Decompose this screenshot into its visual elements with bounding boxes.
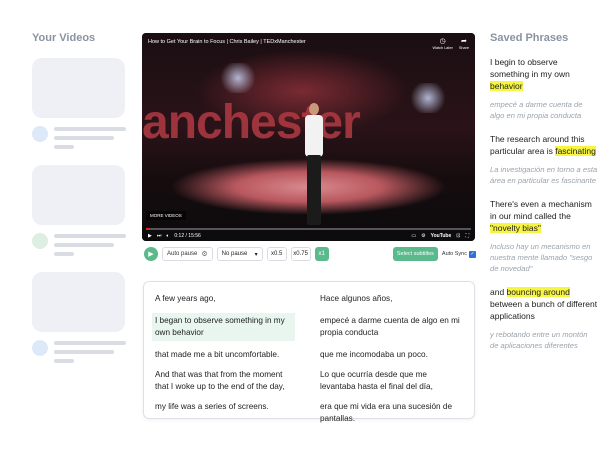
video-actions: ◷ Watch Later ➦ Share (433, 38, 469, 50)
auto-sync-toggle[interactable]: Auto Sync ✓ (442, 250, 476, 258)
avatar-placeholder (32, 340, 48, 356)
auto-sync-checkbox[interactable]: ✓ (469, 250, 476, 258)
your-videos-title: Your Videos (32, 32, 96, 44)
text-placeholder-line (54, 341, 126, 345)
clock-icon: ◷ (439, 38, 446, 45)
videos-sidebar: Your Videos (32, 32, 128, 363)
saved-phrase[interactable]: and bouncing around between a bunch of d… (490, 286, 598, 351)
translation-line[interactable]: Hace algunos años, (320, 293, 460, 305)
cast-icon[interactable]: ⊡ (456, 233, 460, 239)
saved-phrase-translation: La investigación en torno a esta área en… (490, 165, 598, 185)
video-thumbnail-placeholder[interactable] (32, 58, 125, 118)
play-icon: ▶ (148, 251, 154, 258)
play-icon[interactable]: ▶ (148, 233, 152, 239)
video-card[interactable] (32, 58, 128, 149)
more-videos-button[interactable]: MORE VIDEOS (146, 211, 186, 220)
video-title[interactable]: How to Get Your Brain to Focus | Chris B… (148, 39, 306, 45)
chevron-down-icon: ▾ (254, 251, 258, 258)
saved-phrase-translation: y rebotando entre un montón de aplicacio… (490, 330, 588, 350)
highlighted-word[interactable]: bouncing around (506, 287, 570, 297)
subtitles-icon[interactable]: ▭ (411, 233, 416, 239)
saved-phrases-panel: Saved Phrases I begin to observe somethi… (490, 32, 598, 351)
saved-phrases-title: Saved Phrases (490, 32, 569, 44)
video-card[interactable] (32, 272, 128, 363)
fullscreen-icon[interactable]: ⛶ (465, 233, 469, 239)
text-placeholder-line (54, 127, 126, 131)
spanish-transcript: Hace algunos años, empecé a darme cuenta… (320, 293, 460, 433)
transcript-line[interactable]: A few years ago, (155, 293, 295, 305)
english-transcript: A few years ago, I began to observe some… (152, 293, 295, 421)
stage-spotlight (408, 83, 448, 113)
text-placeholder-line (54, 145, 74, 149)
saved-phrase-english: There's even a mechanism in our mind cal… (490, 199, 592, 233)
gear-icon[interactable]: ⚙ (201, 250, 207, 258)
volume-icon[interactable]: 🔈︎ (166, 233, 169, 239)
watch-later-button[interactable]: ◷ Watch Later (433, 38, 453, 50)
progress-bar[interactable] (146, 228, 471, 230)
text-placeholder-line (54, 350, 114, 354)
progress-fill (146, 228, 151, 230)
settings-icon[interactable]: ⚙ (421, 233, 425, 239)
video-player[interactable]: anchester How to Get Your Brain to Focus… (142, 33, 475, 241)
auto-pause-toggle[interactable]: Auto pause ⚙ (162, 247, 213, 261)
youtube-logo[interactable]: YouTube (431, 233, 452, 239)
text-placeholder-line (54, 359, 74, 363)
text-placeholder-line (54, 234, 126, 238)
video-thumbnail-placeholder[interactable] (32, 272, 125, 332)
transcript-line[interactable]: that made me a bit uncomfortable. (155, 349, 295, 361)
avatar-placeholder (32, 233, 48, 249)
text-placeholder-line (54, 252, 74, 256)
player-controls: ▶ ⏭ 🔈︎ 0:12 / 15:56 ▭ ⚙ YouTube ⊡ ⛶ (148, 232, 469, 240)
translation-line[interactable]: que me incomodaba un poco. (320, 349, 460, 361)
stage-backdrop-text: anchester (142, 96, 361, 149)
highlighted-word[interactable]: behavior (490, 81, 523, 91)
translation-line[interactable]: empecé a darme cuenta de algo en mi prop… (320, 313, 460, 341)
transcript-line[interactable]: my life was a series of screens. (155, 401, 295, 413)
transcript-panel: A few years ago, I began to observe some… (143, 281, 475, 423)
speed-button-0.75[interactable]: x0.75 (290, 247, 311, 261)
saved-phrase-english: I begin to observe something in my own b… (490, 57, 570, 91)
saved-phrase-english: The research around this particular area… (490, 134, 596, 156)
translation-line[interactable]: Lo que ocurría desde que me levantaba ha… (320, 369, 460, 393)
transcript-line-active[interactable]: I began to observe something in my own b… (152, 313, 295, 341)
text-placeholder-line (54, 136, 114, 140)
saved-phrase[interactable]: I begin to observe something in my own b… (490, 56, 598, 121)
time-display: 0:12 / 15:56 (174, 233, 201, 239)
share-icon: ➦ (460, 38, 467, 45)
video-card[interactable] (32, 165, 128, 256)
video-thumbnail-placeholder[interactable] (32, 165, 125, 225)
stage-spotlight (218, 63, 258, 93)
translation-line[interactable]: era que mi vida era una sucesión de pant… (320, 401, 460, 425)
saved-phrase-translation: empecé a darme cuenta de algo en mi prop… (490, 100, 583, 120)
speed-button-1[interactable]: x1 (314, 247, 329, 261)
saved-phrase-english: and bouncing around between a bunch of d… (490, 287, 598, 321)
avatar-placeholder (32, 126, 48, 142)
player-toolbar: ▶ Auto pause ⚙ No pause ▾ x0.5 x0.75 x1 … (144, 246, 476, 262)
share-button[interactable]: ➦ Share (459, 38, 469, 50)
saved-phrase[interactable]: The research around this particular area… (490, 133, 598, 186)
highlighted-word[interactable]: fascinating (555, 146, 596, 156)
select-subtitles-button[interactable]: Select subtitles (392, 247, 438, 261)
pause-mode-select[interactable]: No pause ▾ (216, 247, 263, 261)
highlighted-word[interactable]: "novelty bias" (490, 223, 541, 233)
text-placeholder-line (54, 243, 114, 247)
speaker-figure (302, 103, 326, 229)
saved-phrase-translation: Incluso hay un mecanismo en nuestra ment… (490, 242, 593, 273)
play-button[interactable]: ▶ (144, 247, 158, 261)
speed-button-0.5[interactable]: x0.5 (266, 247, 287, 261)
transcript-line[interactable]: And that was that from the moment that I… (155, 369, 295, 393)
saved-phrase[interactable]: There's even a mechanism in our mind cal… (490, 198, 598, 274)
next-icon[interactable]: ⏭ (157, 233, 162, 239)
